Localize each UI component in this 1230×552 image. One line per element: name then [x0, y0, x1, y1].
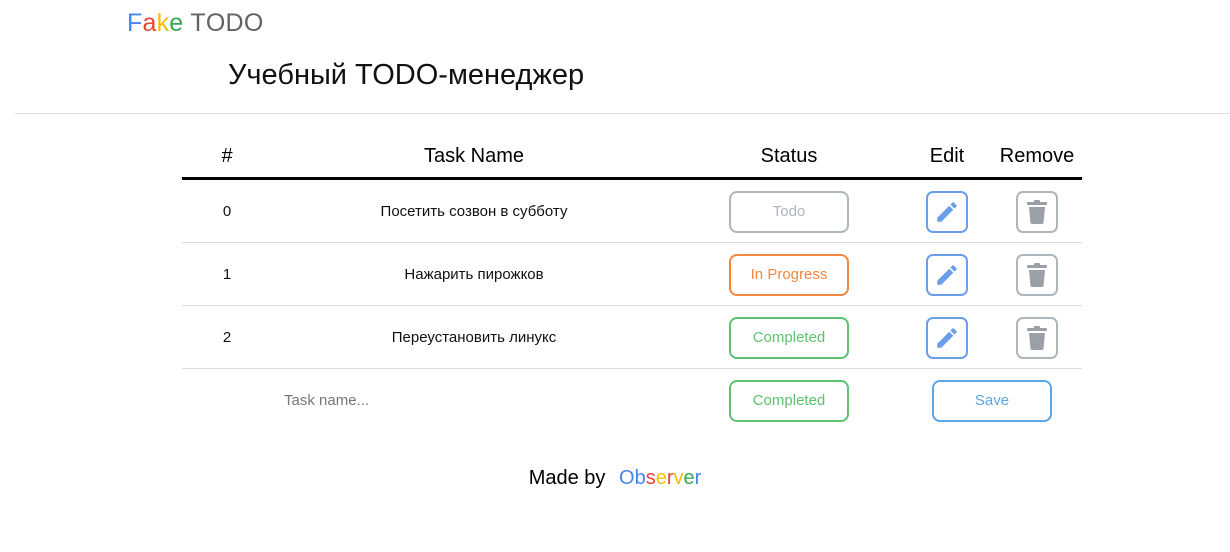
remove-button[interactable]	[1016, 253, 1058, 296]
trash-icon	[1025, 262, 1049, 288]
logo-letter: e	[169, 9, 184, 37]
task-index: 0	[222, 203, 232, 220]
edit-button[interactable]	[926, 316, 968, 359]
author-link[interactable]: Observer	[619, 467, 701, 489]
edit-button[interactable]	[926, 253, 968, 296]
trash-icon	[1025, 199, 1049, 225]
page-title: Учебный TODO-менеджер	[228, 59, 585, 91]
pencil-icon	[934, 262, 960, 288]
remove-button[interactable]	[1016, 190, 1058, 233]
table-row: 0 Посетить созвон в субботу Todo	[182, 180, 1082, 243]
logo-letter: F	[127, 9, 143, 37]
author-letter: e	[683, 467, 695, 489]
task-name: Посетить созвон в субботу	[380, 203, 568, 220]
header-index: #	[221, 145, 233, 167]
author-letter: r	[666, 467, 674, 489]
header-edit: Edit	[929, 145, 965, 167]
author-letter: e	[655, 467, 667, 489]
made-by-label: Made by	[528, 467, 606, 489]
save-button[interactable]: Save	[932, 379, 1052, 422]
task-name: Переустановить линукс	[391, 329, 557, 346]
logo-letter: a	[142, 9, 157, 37]
task-status-button[interactable]: Completed	[729, 316, 849, 359]
task-status-button[interactable]: Todo	[729, 190, 849, 233]
logo-letter: O	[243, 9, 264, 37]
task-index: 1	[222, 266, 232, 283]
logo-letter: T	[190, 9, 206, 37]
tasks-table: # Task Name Status Edit Remove 0 Посетить…	[182, 134, 1082, 432]
task-name-input[interactable]	[284, 392, 544, 409]
author-letter: b	[634, 467, 646, 489]
header-divider	[15, 113, 1230, 114]
new-task-row: Completed Save	[182, 369, 1082, 432]
trash-icon	[1025, 325, 1049, 351]
table-row: 1 Нажарить пирожков In Progress	[182, 243, 1082, 306]
author-letter: v	[673, 467, 684, 489]
logo-letter: k	[156, 9, 170, 37]
edit-button[interactable]	[926, 190, 968, 233]
task-index: 2	[222, 329, 232, 346]
table-body: 0 Посетить созвон в субботу Todo 1 Нажарить …	[182, 180, 1082, 369]
footer: Made by Observer	[0, 467, 1230, 490]
app-logo[interactable]: Fake TODO	[127, 9, 263, 38]
table-row: 2 Переустановить линукс Completed	[182, 306, 1082, 369]
task-name: Нажарить пирожков	[404, 266, 544, 283]
logo-letter: D	[225, 9, 244, 37]
header-status: Status	[760, 145, 818, 167]
header-task-name: Task Name	[423, 145, 525, 167]
logo-letter: O	[205, 9, 226, 37]
author-letter: O	[619, 467, 635, 489]
task-status-button[interactable]: In Progress	[729, 253, 849, 296]
new-task-status-button[interactable]: Completed	[729, 379, 849, 422]
table-header: # Task Name Status Edit Remove	[182, 134, 1082, 180]
author-letter: r	[694, 467, 702, 489]
pencil-icon	[934, 325, 960, 351]
pencil-icon	[934, 199, 960, 225]
author-letter: s	[645, 467, 656, 489]
header-remove: Remove	[999, 145, 1075, 167]
remove-button[interactable]	[1016, 316, 1058, 359]
